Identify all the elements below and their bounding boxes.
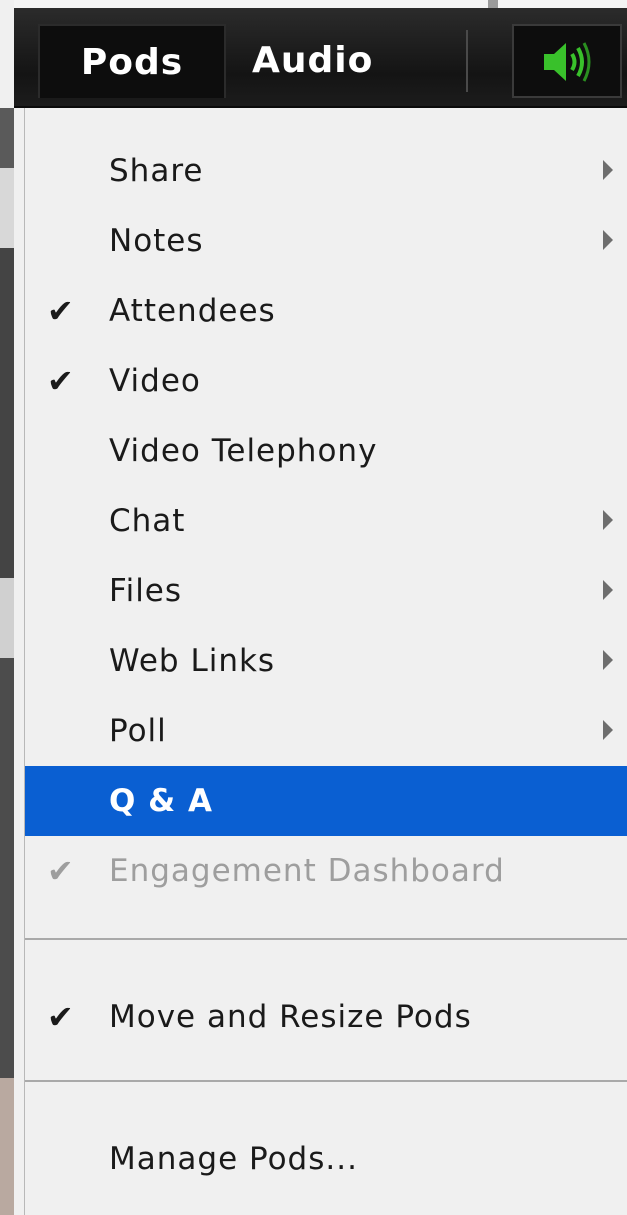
menu-item-label: Move and Resize Pods: [109, 999, 472, 1035]
menu-item-engagement-dashboard[interactable]: ✔ Engagement Dashboard: [25, 836, 627, 906]
background-segment: [0, 1078, 14, 1215]
menu-item-notes[interactable]: Notes: [25, 206, 627, 276]
background-segment: [0, 578, 14, 658]
submenu-arrow-icon: [603, 230, 613, 250]
submenu-arrow-icon: [603, 160, 613, 180]
checkmark-icon: ✔: [47, 362, 75, 400]
checkmark-icon: ✔: [47, 998, 75, 1036]
menu-separator: [25, 1080, 627, 1082]
menu-item-video-telephony[interactable]: Video Telephony: [25, 416, 627, 486]
menu-item-label: Poll: [109, 713, 167, 749]
menu-item-label: Web Links: [109, 643, 276, 679]
background-app-strip: [0, 0, 14, 1215]
menu-item-q-and-a[interactable]: Q & A: [25, 766, 627, 836]
menu-item-move-and-resize-pods[interactable]: ✔ Move and Resize Pods: [25, 982, 627, 1052]
submenu-arrow-icon: [603, 650, 613, 670]
menu-tab-audio[interactable]: Audio: [252, 24, 402, 98]
menu-item-video[interactable]: ✔ Video: [25, 346, 627, 416]
menu-item-share[interactable]: Share: [25, 136, 627, 206]
menu-item-label: Chat: [109, 503, 186, 539]
menu-item-manage-pods[interactable]: Manage Pods...: [25, 1124, 627, 1194]
checkmark-icon: ✔: [47, 852, 75, 890]
background-segment: [0, 108, 14, 168]
window-edge-marker: [488, 0, 498, 8]
menu-item-files[interactable]: Files: [25, 556, 627, 626]
menu-tab-pods[interactable]: Pods: [38, 24, 226, 98]
speaker-volume-icon: [544, 42, 591, 82]
background-segment: [0, 0, 14, 108]
menu-item-label: Share: [109, 153, 204, 189]
submenu-arrow-icon: [603, 720, 613, 740]
submenu-arrow-icon: [603, 580, 613, 600]
menu-item-label: Q & A: [109, 783, 213, 819]
submenu-arrow-icon: [603, 510, 613, 530]
menu-item-label: Video Telephony: [109, 433, 378, 469]
menu-item-label: Video: [109, 363, 201, 399]
checkmark-icon: ✔: [47, 292, 75, 330]
menu-bar-top-edge: [14, 0, 627, 8]
background-segment: [0, 168, 14, 248]
menu-item-label: Manage Pods...: [109, 1141, 358, 1177]
background-segment: [0, 248, 14, 578]
pods-dropdown-menu: Share Notes ✔ Attendees ✔ Video Video Te…: [24, 108, 627, 1215]
menu-item-web-links[interactable]: Web Links: [25, 626, 627, 696]
menu-item-poll[interactable]: Poll: [25, 696, 627, 766]
background-segment: [0, 658, 14, 1078]
menu-item-label: Attendees: [109, 293, 276, 329]
menu-item-label: Engagement Dashboard: [109, 853, 505, 889]
menu-item-label: Files: [109, 573, 183, 609]
menu-separator: [25, 938, 627, 940]
menu-item-label: Notes: [109, 223, 204, 259]
menu-item-chat[interactable]: Chat: [25, 486, 627, 556]
menu-bar: Pods Audio: [14, 0, 627, 108]
menu-bar-divider: [466, 30, 468, 92]
menu-item-attendees[interactable]: ✔ Attendees: [25, 276, 627, 346]
speaker-button[interactable]: [512, 24, 622, 98]
